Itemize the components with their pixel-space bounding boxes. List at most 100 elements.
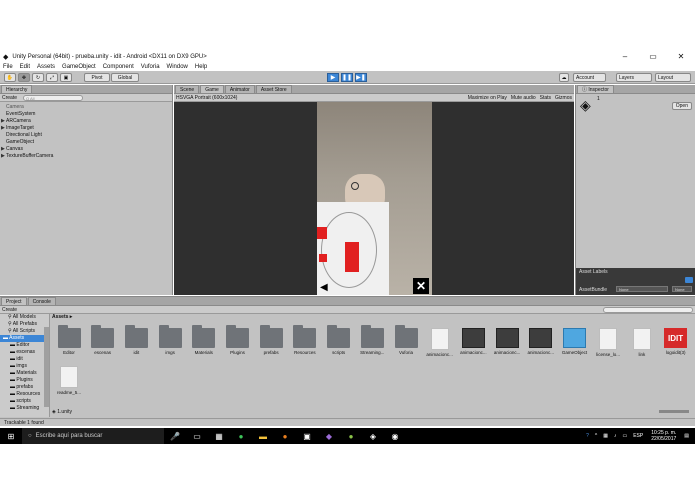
layout-dropdown[interactable]: Layout xyxy=(655,73,691,82)
sidebar-item[interactable]: ▬ idit xyxy=(0,356,49,363)
tab-game[interactable]: Game xyxy=(200,85,224,93)
asset-item[interactable]: prefabs xyxy=(254,325,288,355)
asset-variant-dropdown[interactable]: None xyxy=(672,286,692,292)
menu-help[interactable]: Help xyxy=(195,64,207,70)
gizmos-dropdown[interactable]: Gizmos xyxy=(555,95,572,101)
hierarchy-item[interactable]: ▶ImageTarget xyxy=(0,125,172,132)
keyboard-icon[interactable]: ▭ xyxy=(622,433,627,439)
asset-item[interactable]: idit xyxy=(119,325,153,355)
asset-item[interactable]: IDIT logoidit(3) xyxy=(659,328,693,355)
hierarchy-item[interactable]: ▶Canvas xyxy=(0,146,172,153)
sidebar-item[interactable]: ▬ scripts xyxy=(0,398,49,405)
sidebar-item[interactable]: ▬ Resources xyxy=(0,391,49,398)
tab-project[interactable]: Project xyxy=(1,297,27,305)
hierarchy-search-input[interactable]: Q All xyxy=(23,94,84,101)
taskbar-search-input[interactable]: ○ Escribe aquí para buscar xyxy=(22,428,164,444)
sidebar-scrollbar[interactable] xyxy=(44,327,49,407)
tab-hierarchy[interactable]: Hierarchy xyxy=(1,85,33,93)
scale-tool-button[interactable]: ⤢ xyxy=(46,73,58,82)
hierarchy-create-button[interactable]: Create xyxy=(2,95,17,101)
visual-studio-icon[interactable]: ◆ xyxy=(323,431,335,442)
unity-taskbar-icon[interactable]: ◈ xyxy=(367,431,379,442)
global-toggle[interactable]: Global xyxy=(111,73,139,82)
minimize-button[interactable]: – xyxy=(611,52,639,61)
asset-item[interactable]: Resources xyxy=(288,325,322,355)
close-window-button[interactable]: ✕ xyxy=(667,52,695,61)
project-search-input[interactable] xyxy=(603,306,693,313)
mute-audio-toggle[interactable]: Mute audio xyxy=(511,95,536,101)
layers-dropdown[interactable]: Layers xyxy=(616,73,652,82)
app-icon[interactable]: ◉ xyxy=(389,431,401,442)
sidebar-item[interactable]: ▬ escenas xyxy=(0,349,49,356)
sidebar-item[interactable]: ⚲ All Prefabs xyxy=(0,321,49,328)
language-indicator[interactable]: ESP xyxy=(633,433,643,439)
cloud-button[interactable]: ☁ xyxy=(559,73,569,82)
tab-inspector[interactable]: ⓘ Inspector xyxy=(577,85,614,93)
sidebar-item[interactable]: ▬ Plugins xyxy=(0,377,49,384)
pivot-toggle[interactable]: Pivot xyxy=(84,73,110,82)
hierarchy-item[interactable]: EventSystem xyxy=(0,111,172,118)
hierarchy-item[interactable]: Directional Light xyxy=(0,132,172,139)
asset-item[interactable]: scripts xyxy=(322,325,356,355)
asset-item[interactable]: GameObject xyxy=(558,328,592,355)
stats-toggle[interactable]: Stats xyxy=(540,95,551,101)
android-icon[interactable]: ● xyxy=(345,431,357,442)
hierarchy-item[interactable]: ▶TextureBufferCamera xyxy=(0,153,172,160)
project-create-button[interactable]: Create xyxy=(2,307,17,313)
sidebar-item[interactable]: ⚲ All Scripts xyxy=(0,328,49,335)
asset-item[interactable]: Streaming... xyxy=(355,325,389,355)
help-icon[interactable]: ? xyxy=(586,433,589,439)
microphone-icon[interactable]: 🎤 xyxy=(169,431,181,442)
sidebar-item[interactable]: ▬ Streaming xyxy=(0,405,49,412)
move-tool-button[interactable]: ✥ xyxy=(18,73,30,82)
whatsapp-icon[interactable]: ● xyxy=(235,431,247,442)
asset-item[interactable]: Editor xyxy=(52,325,86,355)
tab-animator[interactable]: Animator xyxy=(224,85,255,93)
breadcrumb[interactable]: Assets ▸ xyxy=(52,314,72,320)
maximize-button[interactable]: ▭ xyxy=(639,52,667,61)
menu-gameobject[interactable]: GameObject xyxy=(62,64,96,70)
hand-tool-button[interactable]: ✋ xyxy=(4,73,16,82)
rect-tool-button[interactable]: ▣ xyxy=(60,73,72,82)
zoom-slider[interactable] xyxy=(659,410,689,413)
resolution-dropdown[interactable]: HSVGA Portrait (600x1024) xyxy=(176,95,237,101)
sidebar-item[interactable]: ▬ prefabs xyxy=(0,384,49,391)
asset-item[interactable]: readme_5... xyxy=(52,366,86,395)
hierarchy-item[interactable]: ▶ARCamera xyxy=(0,118,172,125)
asset-item[interactable]: link xyxy=(625,328,659,357)
asset-item[interactable]: Materials xyxy=(187,325,221,355)
network-icon[interactable]: ▦ xyxy=(603,433,608,439)
menu-edit[interactable]: Edit xyxy=(20,64,30,70)
back-arrow-button[interactable]: ◀ xyxy=(320,282,328,293)
asset-item[interactable]: escenas xyxy=(86,325,120,355)
account-dropdown[interactable]: Account xyxy=(573,73,606,82)
asset-bundle-dropdown[interactable]: None xyxy=(616,286,668,292)
game-viewport[interactable]: ◀ ✕ xyxy=(174,102,574,295)
asset-item[interactable]: animacionc... xyxy=(456,328,490,355)
menu-vuforia[interactable]: Vuforia xyxy=(141,64,160,70)
hierarchy-item[interactable]: Camera xyxy=(0,104,172,111)
sidebar-item[interactable]: ▬ Materials xyxy=(0,370,49,377)
asset-item[interactable]: animacionc... xyxy=(524,328,558,355)
task-view-icon[interactable]: ▭ xyxy=(191,431,203,442)
tab-asset-store[interactable]: Asset Store xyxy=(255,85,292,93)
sidebar-item[interactable]: ⚲ All Models xyxy=(0,314,49,321)
rotate-tool-button[interactable]: ↻ xyxy=(32,73,44,82)
firefox-icon[interactable]: ● xyxy=(279,431,291,442)
menu-component[interactable]: Component xyxy=(103,64,134,70)
clock[interactable]: 10:25 p. m. 22/05/2017 xyxy=(651,430,676,442)
sidebar-item[interactable]: ▬ imgs xyxy=(0,363,49,370)
sidebar-item[interactable]: ▬ Editor xyxy=(0,342,49,349)
close-x-button[interactable]: ✕ xyxy=(413,278,429,294)
label-tag-icon[interactable] xyxy=(685,277,693,283)
open-button[interactable]: Open xyxy=(671,102,692,110)
asset-item[interactable]: imgs xyxy=(153,325,187,355)
pause-button[interactable]: ❚❚ xyxy=(341,73,353,82)
maximize-on-play-toggle[interactable]: Maximize on Play xyxy=(468,95,507,101)
asset-item[interactable]: license_lo... xyxy=(591,328,625,357)
asset-item[interactable]: Plugins xyxy=(221,325,255,355)
menu-window[interactable]: Window xyxy=(167,64,188,70)
asset-item[interactable]: Vuforia xyxy=(389,325,423,355)
tab-console[interactable]: Console xyxy=(27,297,56,305)
step-button[interactable]: ▶❚ xyxy=(355,73,367,82)
